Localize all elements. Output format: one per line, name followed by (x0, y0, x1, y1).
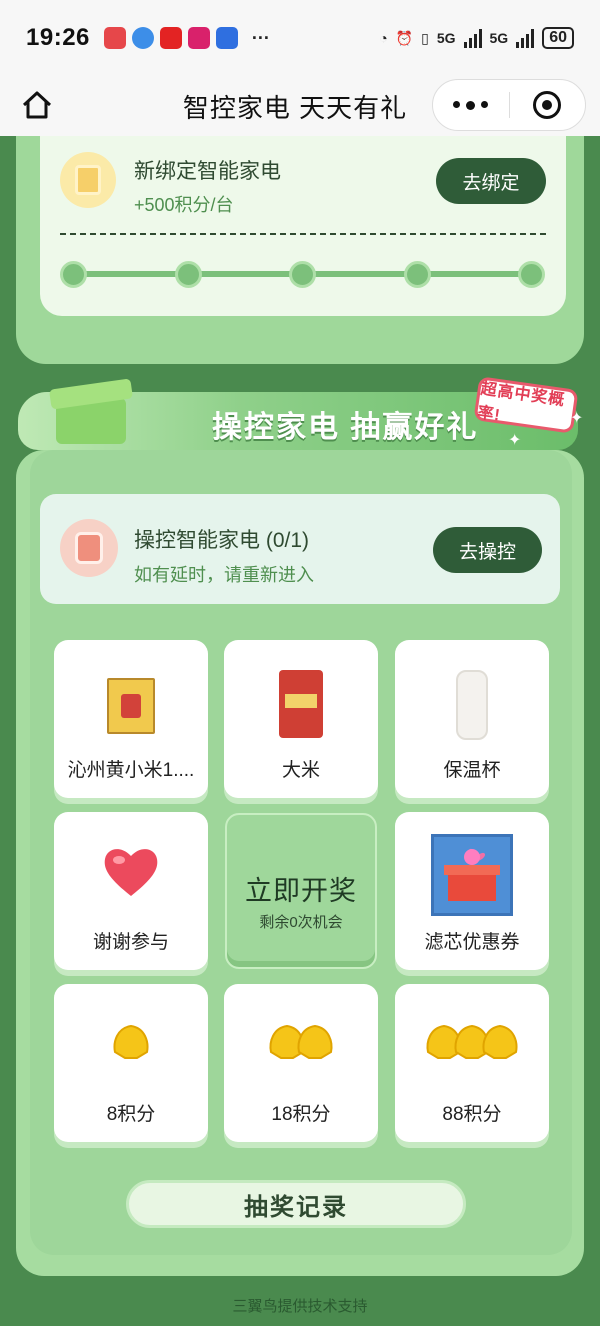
status-bar: 19:26 ··· ◔ ⏰ ▯ 5G 5G 60 (0, 0, 600, 76)
prize-card[interactable]: 保温杯 (395, 640, 549, 798)
signal-icon (463, 28, 482, 48)
tmall-icon (159, 27, 182, 49)
mini-program-nav-bar: 智控家电 天天有礼 (0, 76, 600, 136)
target-icon (533, 91, 562, 119)
prize-card[interactable]: 88积分 (395, 984, 549, 1142)
notification-icons: ··· (103, 27, 270, 49)
app-notification-icon (215, 27, 238, 49)
draw-now-button[interactable]: 立即开奖 剩余0次机会 (225, 813, 377, 969)
network-type-2: 5G (489, 30, 509, 46)
app-notification-icon (187, 27, 210, 49)
sparkle-icon: ✦ (508, 432, 522, 449)
lottery-record-button[interactable]: 抽奖记录 (126, 1180, 466, 1228)
status-time: 19:26 (26, 24, 90, 51)
prize-card[interactable]: 滤芯优惠券 (395, 812, 549, 970)
network-type-1: 5G (436, 30, 456, 46)
gift-coupon-icon (431, 834, 513, 916)
banner-title: 操控家电 抽赢好礼 (212, 411, 479, 444)
control-task-subtitle: 如有延时，请重新进入 (134, 565, 314, 585)
draw-remaining: 剩余0次机会 (259, 914, 343, 931)
prize-label: 大米 (281, 760, 320, 781)
dashed-divider (60, 233, 546, 235)
progress-node (518, 261, 545, 288)
prize-label: 88积分 (442, 1104, 502, 1125)
nfc-icon: ◔ (379, 30, 388, 46)
three-shells-icon (424, 1022, 520, 1067)
rice-bag-icon (279, 670, 323, 738)
prize-label: 8积分 (106, 1104, 156, 1125)
signal-icon (516, 28, 535, 48)
prize-label: 保温杯 (443, 760, 501, 781)
control-task-title: 操控智能家电 (0/1) (134, 529, 310, 552)
vibrate-icon: ▯ (421, 29, 429, 46)
app-notification-icon (131, 27, 154, 49)
progress-node (60, 261, 87, 288)
close-mini-program-button[interactable] (510, 91, 586, 119)
prize-card[interactable]: 8积分 (54, 984, 208, 1142)
bind-task-title: 新绑定智能家电 (134, 160, 281, 183)
capsule-menu (432, 79, 586, 131)
go-bind-button[interactable]: 去绑定 (436, 158, 546, 204)
prize-label: 18积分 (271, 1104, 331, 1125)
heart-icon (104, 849, 158, 896)
progress-node (289, 261, 316, 288)
prize-label: 滤芯优惠券 (424, 932, 520, 953)
more-notifications-icon: ··· (251, 27, 270, 48)
prize-label: 谢谢参与 (92, 932, 169, 953)
control-appliance-icon (60, 519, 118, 577)
sparkle-icon: ✦ (570, 410, 584, 427)
two-shells-icon (267, 1022, 335, 1067)
prize-card[interactable]: 谢谢参与 (54, 812, 208, 970)
battery-icon: 60 (542, 27, 574, 49)
prize-card[interactable]: 沁州黄小米1.... (54, 640, 208, 798)
progress-node (403, 261, 431, 288)
bind-task-reward: +500积分/台 (134, 195, 234, 215)
system-icons: ◔ ⏰ ▯ 5G 5G 60 (379, 27, 574, 49)
draw-title: 立即开奖 (245, 876, 357, 906)
prize-label: 沁州黄小米1.... (67, 760, 195, 781)
one-shell-icon (111, 1022, 151, 1067)
appliance-bind-icon (60, 152, 116, 208)
progress-node (174, 261, 202, 288)
alarm-icon: ⏰ (395, 29, 414, 46)
prize-card[interactable]: 大米 (224, 640, 378, 798)
more-options-button[interactable] (433, 100, 509, 110)
prize-card[interactable]: 18积分 (224, 984, 378, 1142)
app-notification-icon (103, 27, 126, 49)
thermos-cup-icon (456, 670, 488, 740)
footer-credit: 三翼鸟提供技术支持 (232, 1298, 368, 1315)
go-control-button[interactable]: 去操控 (433, 527, 542, 573)
millet-bag-icon (107, 678, 155, 734)
